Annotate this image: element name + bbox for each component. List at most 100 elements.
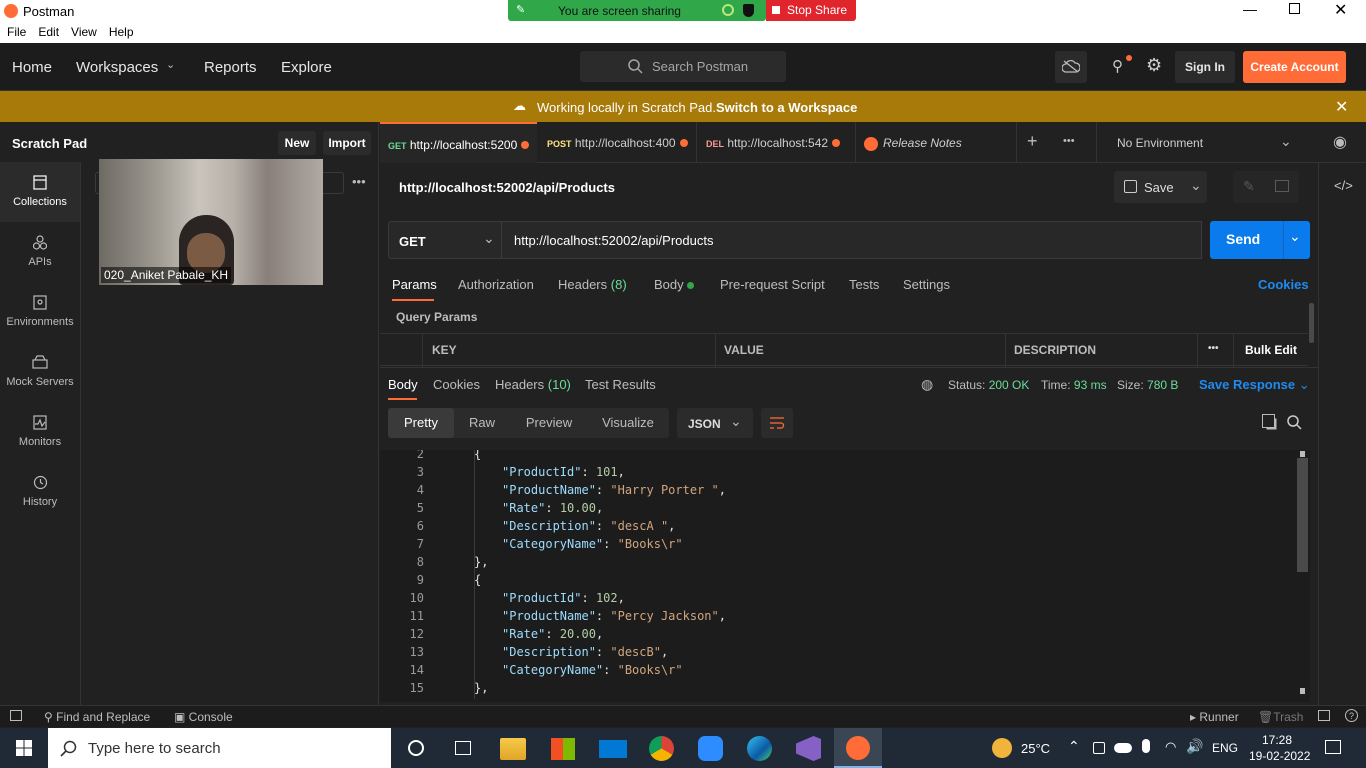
runner-button[interactable]: ▸ Runner [1190, 710, 1239, 724]
sync-cloud-icon[interactable] [1055, 51, 1087, 83]
settings-gear-icon[interactable]: ⚙ [1146, 55, 1162, 76]
close-banner-icon[interactable]: ✕ [1335, 97, 1348, 117]
sidebar-item-mock-servers[interactable]: Mock Servers [0, 342, 80, 402]
tab-release-notes[interactable]: Release Notes [857, 122, 1017, 163]
tab-tests[interactable]: Tests [849, 277, 879, 292]
environment-quick-look-icon[interactable]: ◉ [1333, 132, 1347, 152]
edit-button[interactable]: ✎ [1233, 171, 1299, 203]
search-postman-input[interactable]: Search Postman [580, 51, 786, 82]
visual-studio-icon[interactable] [796, 736, 821, 761]
file-explorer-icon[interactable] [500, 738, 526, 760]
response-tab-test-results[interactable]: Test Results [585, 377, 656, 392]
tab-post-request[interactable]: POST http://localhost:400 [538, 122, 697, 163]
view-preview[interactable]: Preview [512, 408, 586, 438]
cookies-link[interactable]: Cookies [1258, 277, 1309, 292]
maximize-icon[interactable] [1289, 3, 1300, 14]
edge-icon[interactable] [747, 736, 772, 761]
menu-view[interactable]: View [71, 25, 97, 39]
sign-in-button[interactable]: Sign In [1175, 51, 1235, 83]
microsoft-store-icon[interactable] [551, 738, 575, 760]
help-icon[interactable]: ? [1345, 709, 1358, 722]
save-button[interactable]: Save ⌄ [1114, 171, 1207, 203]
tab-delete-request[interactable]: DEL http://localhost:542 [698, 122, 856, 163]
language-indicator[interactable]: ENG [1212, 741, 1238, 755]
chevron-down-icon[interactable]: ⌄ [1289, 228, 1301, 245]
editor-scrollbar-thumb[interactable] [1297, 458, 1308, 572]
params-scrollbar[interactable] [1309, 303, 1314, 343]
satellite-icon[interactable]: ⚲ [1112, 57, 1123, 75]
postman-taskbar-item[interactable] [834, 728, 882, 768]
task-view-icon[interactable] [455, 741, 471, 755]
menu-edit[interactable]: Edit [38, 25, 59, 39]
new-button[interactable]: New [278, 131, 316, 155]
tab-settings[interactable]: Settings [903, 277, 950, 292]
console-button[interactable]: ▣ Console [174, 710, 233, 724]
nav-explore[interactable]: Explore [281, 59, 332, 76]
wifi-icon[interactable]: ◠ [1165, 739, 1176, 755]
clock-time[interactable]: 17:28 [1262, 733, 1292, 747]
search-response-icon[interactable] [1287, 415, 1302, 430]
response-body-editor[interactable]: 2{3 "ProductId": 101, 4 "ProductName": "Har… [380, 450, 1310, 702]
scroll-up-arrow[interactable] [1300, 451, 1305, 457]
bulk-edit-button[interactable]: Bulk Edit [1245, 343, 1297, 357]
two-pane-view-icon[interactable] [1318, 710, 1330, 721]
nav-home[interactable]: Home [12, 59, 52, 76]
import-button[interactable]: Import [323, 131, 371, 155]
chevron-up-icon[interactable]: ⌃ [1068, 738, 1080, 755]
volume-icon[interactable]: 🔊 [1186, 738, 1203, 755]
more-options-icon[interactable]: ••• [352, 174, 366, 189]
microphone-icon[interactable] [1142, 739, 1150, 753]
menu-help[interactable]: Help [109, 25, 134, 39]
view-pretty[interactable]: Pretty [388, 408, 454, 438]
nav-reports[interactable]: Reports [204, 59, 257, 76]
send-button[interactable]: Send ⌄ [1210, 221, 1310, 259]
meet-now-icon[interactable] [1093, 742, 1105, 754]
notifications-icon[interactable] [1325, 740, 1341, 754]
taskbar-search-box[interactable]: Type here to search [48, 728, 391, 768]
response-tab-headers[interactable]: Headers (10) [495, 377, 571, 392]
tab-options-icon[interactable]: ••• [1063, 135, 1075, 147]
sharing-pin-icon[interactable]: ✎ [516, 3, 525, 16]
tab-body[interactable]: Body [654, 277, 695, 292]
response-tab-body[interactable]: Body [388, 377, 418, 392]
switch-workspace-link[interactable]: Switch to a Workspace [716, 100, 857, 115]
clock-date[interactable]: 19-02-2022 [1249, 749, 1310, 763]
environment-selector[interactable]: No Environment ⌄ [1096, 122, 1308, 163]
cortana-icon[interactable] [408, 740, 424, 756]
windows-start-icon[interactable] [16, 740, 32, 756]
tab-authorization[interactable]: Authorization [458, 277, 534, 292]
tab-get-request[interactable]: GET http://localhost:5200 [380, 122, 537, 163]
find-replace-button[interactable]: ⚲ Find and Replace [44, 710, 150, 724]
view-visualize[interactable]: Visualize [590, 408, 666, 438]
onedrive-icon[interactable] [1114, 743, 1132, 753]
save-response-button[interactable]: Save Response ⌄ [1199, 377, 1310, 393]
trash-button[interactable]: 🗑Trash [1258, 710, 1303, 724]
tab-headers[interactable]: Headers (8) [558, 277, 627, 292]
sidebar-item-monitors[interactable]: Monitors [0, 402, 80, 462]
zoom-icon[interactable] [698, 736, 723, 761]
tab-params[interactable]: Params [392, 277, 437, 292]
copy-icon[interactable] [1262, 414, 1275, 428]
mail-icon[interactable] [599, 740, 627, 758]
nav-workspaces[interactable]: Workspaces [76, 59, 158, 76]
globe-icon[interactable]: ◍ [921, 376, 933, 393]
response-tab-cookies[interactable]: Cookies [433, 377, 480, 392]
format-select[interactable]: JSON ⌄ [677, 408, 753, 438]
sidebar-item-history[interactable]: History [0, 462, 80, 522]
close-window-icon[interactable]: ✕ [1334, 0, 1347, 20]
code-snippet-icon[interactable]: </> [1334, 178, 1353, 193]
wrap-lines-button[interactable] [761, 408, 793, 438]
weather-icon[interactable] [992, 738, 1012, 758]
weather-temperature[interactable]: 25°C [1021, 741, 1050, 756]
chrome-icon[interactable] [649, 736, 674, 761]
sidebar-item-collections[interactable]: Collections [0, 162, 80, 222]
menu-file[interactable]: File [7, 25, 26, 39]
url-input[interactable]: http://localhost:52002/api/Products [502, 221, 1202, 259]
method-select[interactable]: GET ⌄ [388, 221, 502, 259]
column-options-icon[interactable]: ••• [1208, 343, 1219, 354]
new-tab-icon[interactable]: + [1027, 131, 1038, 152]
sidebar-item-environments[interactable]: Environments [0, 282, 80, 342]
toggle-sidebar-icon[interactable] [10, 710, 22, 721]
tab-pre-request-script[interactable]: Pre-request Script [720, 277, 825, 292]
view-raw[interactable]: Raw [456, 408, 508, 438]
